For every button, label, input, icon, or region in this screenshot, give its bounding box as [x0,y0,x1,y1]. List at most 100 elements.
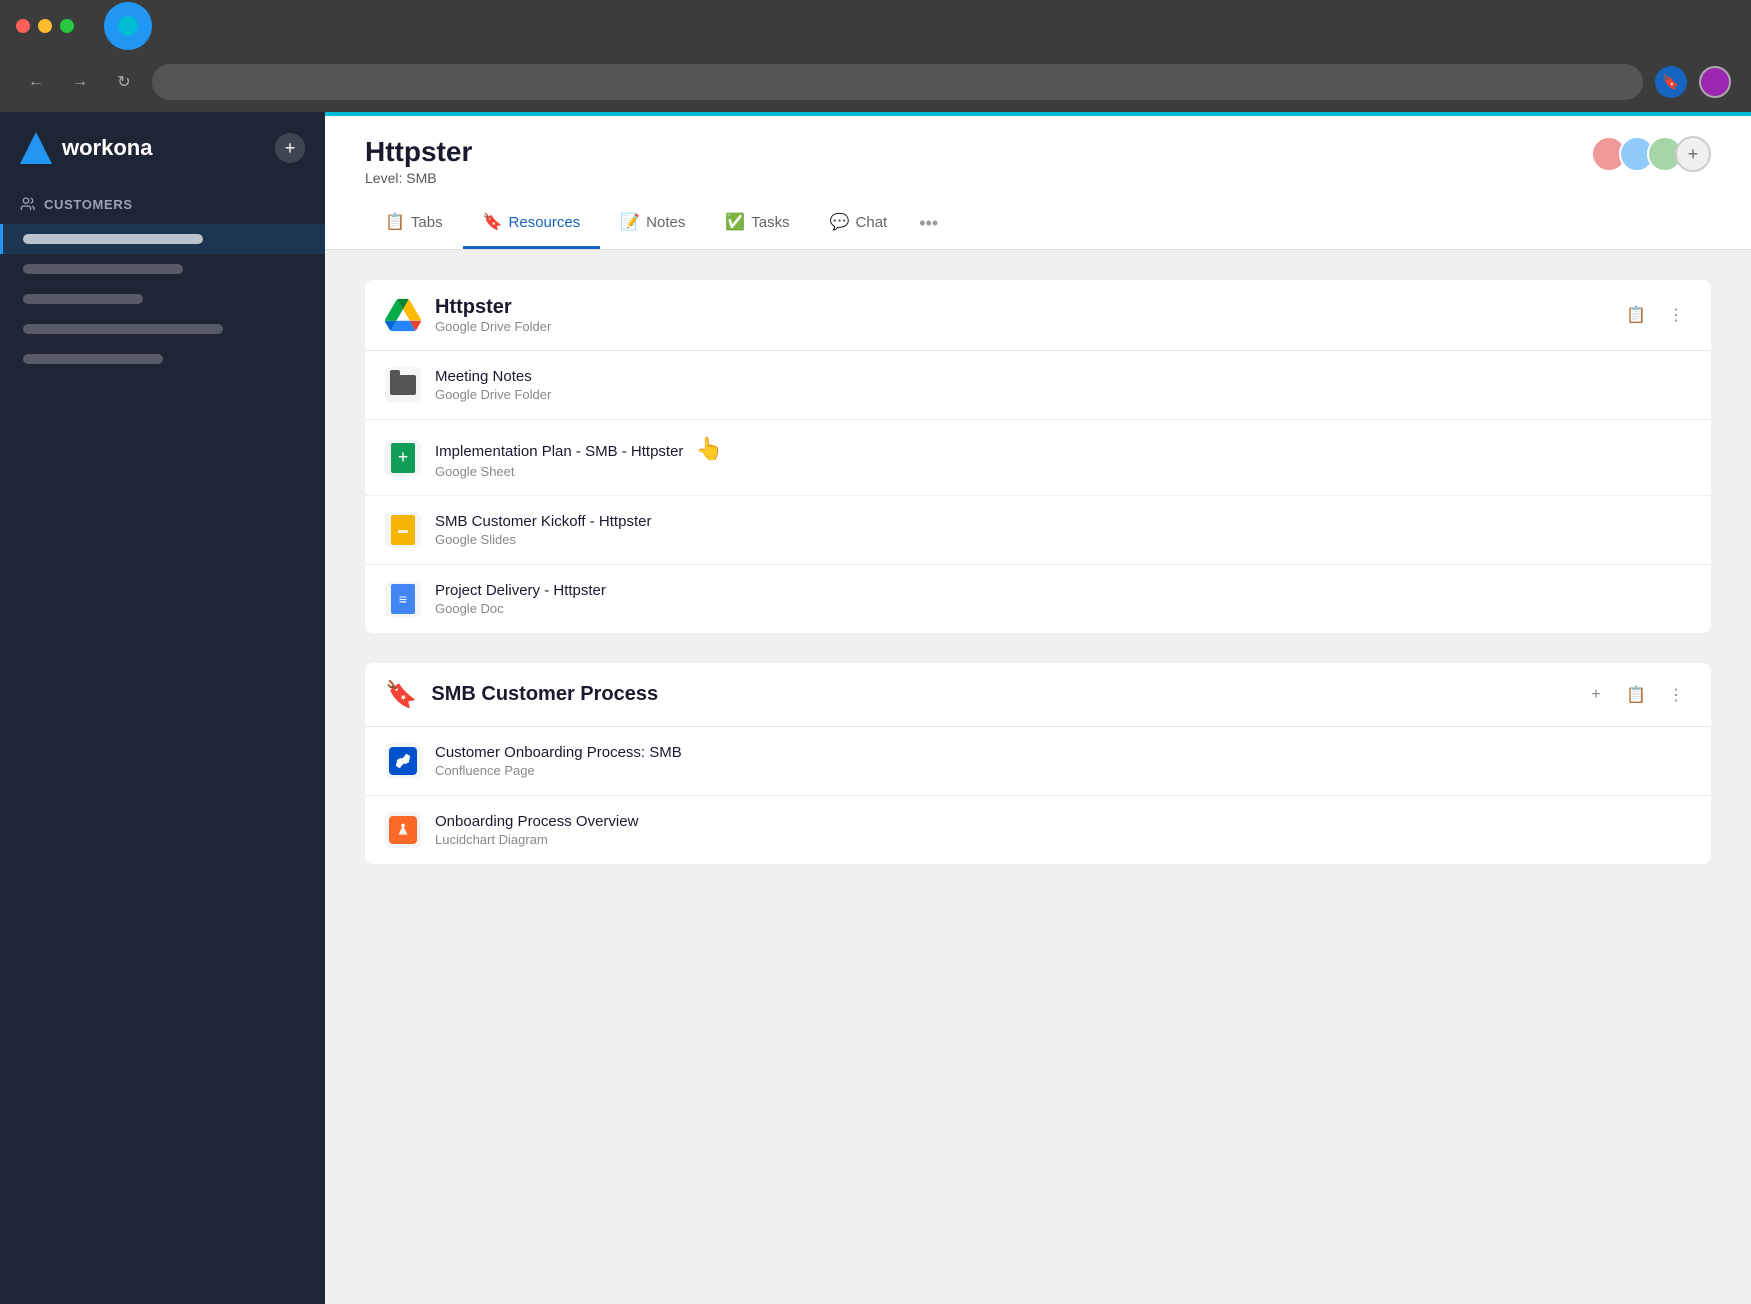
smb-kickoff-info: SMB Customer Kickoff - Httpster Google S… [435,513,1691,547]
notes-tab-label: Notes [646,214,685,231]
page-header: Httpster Level: SMB + 📋 Tabs [325,116,1751,250]
sidebar-item-4[interactable] [0,344,325,374]
chat-tab-icon: 💬 [830,212,850,232]
level-value: SMB [406,170,436,186]
httpster-group-header: Httpster Google Drive Folder 📋 ⋮ [365,280,1711,351]
lucidchart-icon-wrap [385,812,421,848]
project-delivery-type: Google Doc [435,601,1691,616]
tab-tabs[interactable]: 📋 Tabs [365,198,463,249]
smb-process-copy-button[interactable]: 📋 [1621,680,1651,710]
smb-kickoff-type: Google Slides [435,532,1691,547]
lucidchart-icon [389,816,417,844]
confluence-icon-wrap [385,743,421,779]
google-sheet-icon [391,443,415,473]
httpster-resource-group: Httpster Google Drive Folder 📋 ⋮ Meeting… [365,280,1711,633]
sidebar-item-active[interactable] [0,224,325,254]
gslides-icon-wrap [385,512,421,548]
smb-process-more-button[interactable]: ⋮ [1661,680,1691,710]
meeting-notes-item[interactable]: Meeting Notes Google Drive Folder [365,351,1711,420]
gdoc-icon-wrap [385,581,421,617]
lucidchart-item[interactable]: Onboarding Process Overview Lucidchart D… [365,796,1711,864]
sidebar-bar-3 [23,324,223,334]
impl-name-text: Implementation Plan - SMB - Httpster [435,443,683,460]
httpster-more-button[interactable]: ⋮ [1661,300,1691,330]
lucidchart-name: Onboarding Process Overview [435,813,1691,830]
sidebar-item-2[interactable] [0,284,325,314]
confluence-name: Customer Onboarding Process: SMB [435,744,1691,761]
browser-titlebar [0,0,1751,52]
smb-process-group-actions: + 📋 ⋮ [1581,680,1691,710]
google-slides-icon [391,515,415,545]
smb-kickoff-item[interactable]: SMB Customer Kickoff - Httpster Google S… [365,496,1711,565]
gsheet-icon-wrap [385,440,421,476]
header-top: Httpster Level: SMB + [365,136,1711,186]
tab-notes[interactable]: 📝 Notes [600,198,705,249]
browser-toolbar: ← → ↻ 🔖 [0,52,1751,112]
implementation-plan-type: Google Sheet [435,464,1691,479]
tasks-tab-icon: ✅ [725,212,745,232]
reload-button[interactable]: ↻ [108,66,140,98]
project-delivery-info: Project Delivery - Httpster Google Doc [435,582,1691,616]
implementation-plan-item[interactable]: Implementation Plan - SMB - Httpster 👆 G… [365,420,1711,496]
meeting-notes-name: Meeting Notes [435,368,1691,385]
httpster-copy-button[interactable]: 📋 [1621,300,1651,330]
minimize-traffic-light[interactable] [38,19,52,33]
confluence-type: Confluence Page [435,763,1691,778]
smb-process-add-button[interactable]: + [1581,680,1611,710]
content-area: Httpster Google Drive Folder 📋 ⋮ Meeting… [325,250,1751,1304]
cursor-hand-icon: 👆 [696,436,723,462]
bookmark-icon: 🔖 [385,679,417,710]
tab-resources[interactable]: 🔖 Resources [463,198,601,249]
sidebar-logo-area: workona + [0,132,325,188]
page-title: Httpster [365,136,472,168]
resources-tab-icon: 🔖 [483,212,503,232]
notes-tab-icon: 📝 [620,212,640,232]
title-area: Httpster Level: SMB [365,136,472,186]
smb-process-group-title: SMB Customer Process [431,683,1567,706]
folder-dark-icon [390,375,416,395]
back-button[interactable]: ← [20,66,52,98]
httpster-group-subtitle: Google Drive Folder [435,319,1607,334]
main-content: Httpster Level: SMB + 📋 Tabs [325,112,1751,1304]
implementation-plan-name: Implementation Plan - SMB - Httpster 👆 [435,436,1691,462]
logo: workona [20,132,152,164]
meeting-notes-type: Google Drive Folder [435,387,1691,402]
browser-user-avatar[interactable] [1699,66,1731,98]
smb-process-group-header: 🔖 SMB Customer Process + 📋 ⋮ [365,663,1711,727]
bookmark-extension-icon[interactable]: 🔖 [1655,66,1687,98]
more-tabs-button[interactable]: ••• [911,199,946,248]
confluence-icon [389,747,417,775]
forward-button[interactable]: → [64,66,96,98]
add-workspace-button[interactable]: + [275,133,305,163]
level-label: Level: [365,170,402,186]
tabs-tab-label: Tabs [411,214,443,231]
maximize-traffic-light[interactable] [60,19,74,33]
app-container: workona + CUSTOMERS [0,112,1751,1304]
tab-tasks[interactable]: ✅ Tasks [705,198,809,249]
resources-tab-label: Resources [509,214,581,231]
page-subtitle: Level: SMB [365,170,472,186]
google-drive-icon [385,297,421,333]
smb-process-resource-group: 🔖 SMB Customer Process + 📋 ⋮ [365,663,1711,864]
httpster-group-actions: 📋 ⋮ [1621,300,1691,330]
customers-label: CUSTOMERS [44,197,133,212]
sidebar-item-3[interactable] [0,314,325,344]
sidebar-active-bar [23,234,203,244]
add-member-button[interactable]: + [1675,136,1711,172]
project-delivery-item[interactable]: Project Delivery - Httpster Google Doc [365,565,1711,633]
address-bar[interactable] [152,64,1643,100]
sidebar-bar-1 [23,264,183,274]
tab-chat[interactable]: 💬 Chat [810,198,908,249]
customers-icon [20,196,36,212]
sidebar-bar-4 [23,354,163,364]
tabs-bar: 📋 Tabs 🔖 Resources 📝 Notes ✅ Tasks 💬 [365,198,1711,249]
lucidchart-type: Lucidchart Diagram [435,832,1691,847]
google-doc-icon [391,584,415,614]
close-traffic-light[interactable] [16,19,30,33]
confluence-item[interactable]: Customer Onboarding Process: SMB Conflue… [365,727,1711,796]
httpster-group-info: Httpster Google Drive Folder [435,296,1607,334]
lucidchart-info: Onboarding Process Overview Lucidchart D… [435,813,1691,847]
browser-tab[interactable] [104,2,152,50]
smb-kickoff-name: SMB Customer Kickoff - Httpster [435,513,1691,530]
sidebar-item-1[interactable] [0,254,325,284]
